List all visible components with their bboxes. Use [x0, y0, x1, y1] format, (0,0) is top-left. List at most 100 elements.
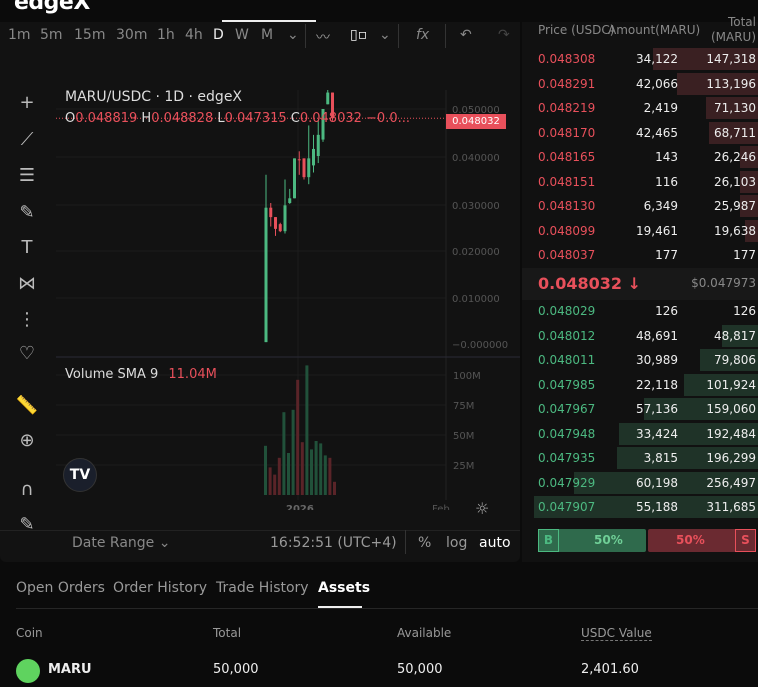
- open-label: O: [65, 111, 76, 126]
- ask-row[interactable]: 0.048291 42,066 113,196: [534, 72, 758, 96]
- bid-row[interactable]: 0.048011 30,989 79,806: [534, 348, 758, 372]
- text-icon[interactable]: T: [14, 235, 40, 261]
- row-price: 0.047985: [538, 377, 596, 392]
- ruler-icon[interactable]: 📏: [14, 393, 40, 419]
- tab-order-history[interactable]: Order History: [113, 580, 207, 596]
- candle: [302, 158, 306, 178]
- mid-price-value: 0.048032: [538, 274, 623, 293]
- ask-row[interactable]: 0.048308 34,122 147,318: [534, 47, 758, 71]
- trend-line-icon[interactable]: ⟋: [14, 127, 40, 153]
- row-total: 68,711: [714, 125, 756, 140]
- ask-row[interactable]: 0.048099 19,461 19,638: [534, 219, 758, 243]
- brush-icon[interactable]: ✎: [14, 200, 40, 226]
- bid-row[interactable]: 0.047907 55,188 311,685: [534, 495, 758, 519]
- clock: 16:52:51 (UTC+4): [270, 535, 397, 551]
- heart-icon[interactable]: ♡: [14, 341, 40, 367]
- volume-bar: [328, 457, 332, 495]
- volume-bar: [333, 481, 336, 495]
- candlestick-icon[interactable]: ▯▫: [350, 27, 367, 43]
- top-header: edgeX: [0, 0, 758, 22]
- timeframe-1h[interactable]: 1h: [157, 27, 175, 43]
- bid-row[interactable]: 0.047985 22,118 101,924: [534, 373, 758, 397]
- line-chart-icon[interactable]: 〰: [316, 27, 330, 47]
- zoom-in-icon[interactable]: ⊕: [14, 428, 40, 454]
- row-amount: 3,815: [643, 451, 678, 465]
- bid-row[interactable]: 0.047948 33,424 192,484: [534, 422, 758, 446]
- timeframe-4h[interactable]: 4h: [185, 27, 203, 43]
- timeframe-5m[interactable]: 5m: [40, 27, 63, 43]
- mid-price: 0.048032 ↓: [538, 274, 641, 293]
- timeframe-W[interactable]: W: [235, 27, 249, 43]
- divider: [445, 24, 446, 48]
- row-total: 71,130: [714, 101, 756, 115]
- redo-icon[interactable]: ↷: [498, 27, 510, 43]
- row-price: 0.048165: [538, 150, 596, 164]
- price-chart[interactable]: 0.0500000.0400000.0300000.0200000.010000…: [56, 90, 520, 510]
- ask-row[interactable]: 0.048130 6,349 25,987: [534, 194, 758, 218]
- mid-price-usd: $0.047973: [691, 276, 756, 290]
- change-value: −0.0...: [366, 111, 410, 126]
- undo-icon[interactable]: ↶: [460, 27, 472, 43]
- logo: edgeX: [14, 0, 90, 15]
- indicators-icon[interactable]: fx: [416, 27, 429, 43]
- date-range-dropdown[interactable]: Date Range ⌄: [72, 535, 170, 551]
- auto-toggle[interactable]: auto: [479, 535, 511, 551]
- volume-bar: [319, 443, 323, 495]
- magnet-icon[interactable]: ∩: [14, 477, 40, 503]
- row-total: 256,497: [706, 475, 756, 490]
- bid-row[interactable]: 0.048012 48,691 48,817: [534, 324, 758, 348]
- row-price: 0.048037: [538, 248, 596, 262]
- settings-gear-icon[interactable]: ☼: [475, 499, 489, 518]
- bid-row[interactable]: 0.048029 126 126: [534, 299, 758, 323]
- row-amount: 2,419: [643, 101, 678, 115]
- log-toggle[interactable]: log: [446, 535, 467, 551]
- row-amount: 143: [655, 150, 678, 164]
- bid-row[interactable]: 0.047935 3,815 196,299: [534, 446, 758, 470]
- bid-row[interactable]: 0.047929 60,198 256,497: [534, 471, 758, 495]
- pattern-icon[interactable]: ⋈: [14, 271, 40, 297]
- crosshair-icon[interactable]: +: [14, 90, 40, 116]
- tab-assets[interactable]: Assets: [318, 580, 370, 596]
- bid-row[interactable]: 0.047967 57,136 159,060: [534, 397, 758, 421]
- price-axis-label: 0.010000: [452, 294, 500, 305]
- volume-axis-label: 100M: [453, 371, 481, 382]
- timeframe-1m[interactable]: 1m: [8, 27, 31, 43]
- tab-open-orders[interactable]: Open Orders: [16, 580, 105, 596]
- ask-row[interactable]: 0.048151 116 26,103: [534, 170, 758, 194]
- chart-type-dropdown-icon[interactable]: ⌄: [379, 27, 391, 43]
- prediction-icon[interactable]: ⋮: [14, 307, 40, 333]
- col-available: Available: [397, 626, 452, 640]
- ask-row[interactable]: 0.048170 42,465 68,711: [534, 121, 758, 145]
- ask-row[interactable]: 0.048165 143 26,246: [534, 145, 758, 169]
- timeframe-dropdown-icon[interactable]: ⌄: [287, 27, 299, 43]
- row-amount: 177: [655, 248, 678, 262]
- ask-row[interactable]: 0.048219 2,419 71,130: [534, 96, 758, 120]
- price-axis-label: 0.020000: [452, 247, 500, 258]
- tab-trade-history[interactable]: Trade History: [216, 580, 309, 596]
- time-axis-label: Feb: [432, 504, 450, 510]
- timeframe-D[interactable]: D: [213, 27, 224, 43]
- fib-lines-icon[interactable]: ☰: [14, 163, 40, 189]
- volume-axis-label: 25M: [453, 461, 474, 472]
- candle: [326, 92, 330, 105]
- row-total: 19,638: [714, 223, 756, 238]
- divider: [405, 530, 406, 554]
- row-price: 0.047967: [538, 402, 596, 416]
- ask-row[interactable]: 0.048037 177 177: [534, 243, 758, 267]
- divider: [398, 24, 399, 48]
- percent-toggle[interactable]: %: [418, 535, 431, 551]
- row-amount: 19,461: [636, 223, 678, 238]
- volume-bar: [287, 453, 290, 495]
- timeframe-30m[interactable]: 30m: [116, 27, 147, 43]
- low-label: L: [217, 111, 225, 126]
- row-total: 159,060: [706, 402, 756, 416]
- timeframe-M[interactable]: M: [261, 27, 273, 43]
- timeframe-15m[interactable]: 15m: [74, 27, 105, 43]
- volume-bar: [314, 441, 318, 495]
- row-amount: 6,349: [643, 199, 678, 213]
- lock-drawing-icon[interactable]: ✎: [14, 512, 40, 538]
- row-total: 79,806: [714, 353, 756, 367]
- last-price-tag: 0.048032: [446, 114, 506, 129]
- ob-header-total: Total (MARU): [710, 15, 756, 44]
- tradingview-logo[interactable]: TV: [63, 458, 97, 492]
